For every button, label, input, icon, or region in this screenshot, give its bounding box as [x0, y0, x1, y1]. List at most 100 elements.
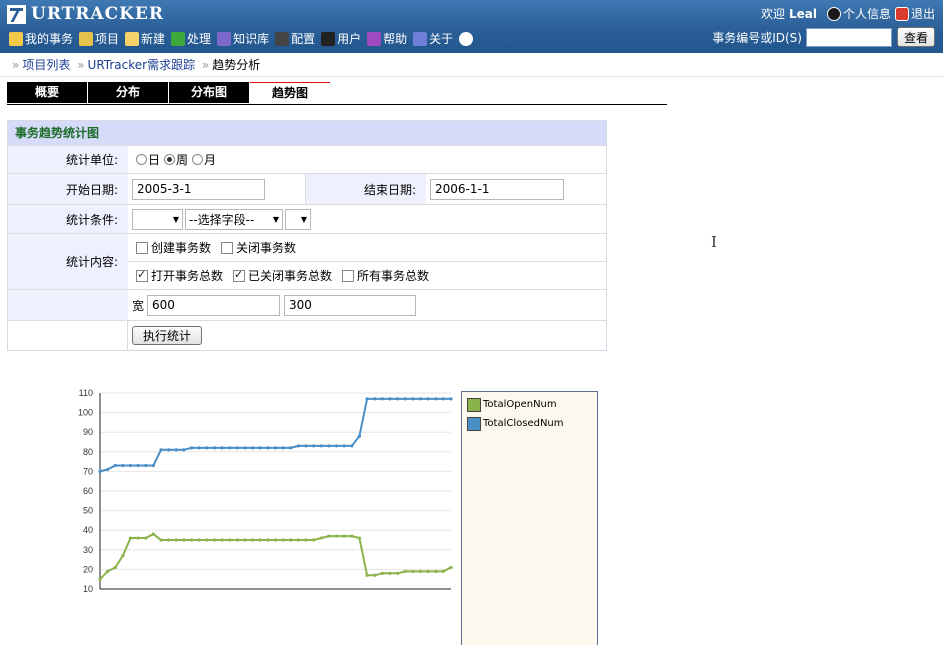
condition-row: 统计条件: ▼ --选择字段-- ▼ ▼ — [8, 204, 606, 233]
condition-label: 统计条件: — [8, 205, 128, 233]
breadcrumb-current: 趋势分析 — [212, 58, 261, 72]
run-statistics-button[interactable]: 执行统计 — [132, 326, 203, 345]
view-button[interactable]: 查看 — [896, 27, 935, 47]
issue-id-input[interactable] — [805, 27, 892, 47]
data-point-0 — [98, 577, 102, 581]
end-date-input[interactable] — [430, 178, 564, 200]
legend-item-open: TotalOpenNum — [467, 395, 597, 414]
nav-item-1[interactable]: 项目 — [79, 30, 119, 47]
y-tick-label: 90 — [83, 427, 93, 437]
y-tick-label: 70 — [83, 466, 93, 476]
y-tick-label: 100 — [78, 408, 93, 418]
data-point-0 — [319, 536, 323, 540]
content-row-2: 打开事务总数 已关闭事务总数 所有事务总数 — [128, 261, 606, 289]
nav-label: 处理 — [187, 32, 212, 46]
data-point-1 — [159, 448, 163, 452]
data-point-0 — [144, 536, 148, 540]
data-point-0 — [121, 554, 125, 558]
data-point-1 — [411, 397, 415, 401]
data-point-0 — [395, 571, 400, 575]
data-point-1 — [304, 444, 308, 448]
data-point-1 — [189, 446, 194, 450]
data-point-0 — [365, 573, 369, 577]
nav-item-2[interactable]: 新建 — [125, 30, 165, 47]
unit-options: 日 周 月 — [128, 146, 606, 173]
nav-item-5[interactable]: 配置 — [275, 30, 315, 47]
welcome-text: 欢迎 — [760, 7, 785, 21]
data-point-0 — [304, 538, 308, 542]
content-label: 统计内容: — [8, 234, 128, 289]
data-point-1 — [174, 448, 178, 452]
panel-title: 事务趋势统计图 — [8, 121, 606, 145]
nav-label: 新建 — [141, 32, 166, 46]
data-point-0 — [228, 538, 232, 542]
data-point-0 — [189, 538, 194, 542]
unit-row: 统计单位: 日 周 月 — [8, 145, 606, 173]
data-point-0 — [159, 538, 163, 542]
chart-height-input[interactable] — [284, 294, 417, 316]
nav-item-7[interactable]: 帮助 — [367, 30, 407, 47]
chart-width-input[interactable] — [147, 294, 281, 316]
y-tick-label: 30 — [83, 545, 93, 555]
data-point-0 — [205, 538, 209, 542]
data-point-1 — [403, 397, 407, 401]
data-point-0 — [373, 573, 377, 577]
condition-field-select[interactable]: --选择字段-- ▼ — [185, 208, 283, 230]
nav-item-8[interactable]: 关于 — [413, 30, 453, 47]
app-header: URTRACKER 欢迎 Leal 个人信息 退出 我的事务 项目 新建 处理 知识库 配… — [0, 0, 943, 53]
nav-item-3[interactable]: 处理 — [171, 30, 211, 47]
tab-trend-chart[interactable]: 趋势图 — [250, 82, 330, 103]
data-point-1 — [327, 444, 331, 448]
condition-value-select[interactable]: ▼ — [285, 208, 311, 230]
home-icon — [9, 31, 23, 46]
data-point-1 — [106, 467, 110, 472]
data-point-0 — [426, 569, 430, 573]
nav-item-9[interactable] — [459, 31, 475, 46]
data-point-1 — [220, 446, 224, 450]
closed-count-checkbox[interactable] — [221, 241, 234, 254]
y-tick-label: 110 — [79, 388, 93, 398]
data-point-1 — [235, 446, 239, 450]
unit-week-radio[interactable] — [164, 154, 176, 165]
logo-text: URTRACKER — [31, 4, 165, 24]
data-point-0 — [151, 532, 156, 536]
data-point-1 — [312, 444, 316, 448]
created-count-checkbox[interactable] — [136, 241, 148, 254]
data-point-0 — [113, 565, 117, 570]
open-total-label: 打开事务总数 — [151, 269, 224, 283]
tab-distribution[interactable]: 分布 — [88, 82, 168, 103]
start-date-input[interactable] — [132, 178, 265, 200]
help-icon — [367, 31, 382, 46]
data-point-0 — [281, 538, 285, 542]
chart-legend: TotalOpenNum TotalClosedNum — [461, 391, 598, 645]
unit-day-radio[interactable] — [136, 154, 147, 165]
logo-icon — [7, 4, 26, 24]
profile-link[interactable]: 个人信息 — [826, 5, 891, 22]
nav-item-6[interactable]: 用户 — [321, 30, 361, 47]
breadcrumb-project[interactable]: URTracker需求跟踪 — [88, 58, 196, 72]
tab-distribution-chart[interactable]: 分布图 — [169, 82, 249, 103]
data-point-1 — [266, 446, 270, 450]
users-icon — [321, 31, 336, 46]
data-point-0 — [251, 538, 255, 542]
breadcrumb-projects[interactable]: 项目列表 — [22, 58, 70, 72]
closed-total-checkbox[interactable] — [233, 268, 246, 282]
date-row: 开始日期: 结束日期: — [8, 173, 606, 204]
nav-item-4[interactable]: 知识库 — [217, 30, 269, 47]
data-point-1 — [395, 397, 400, 401]
all-total-label: 所有事务总数 — [357, 269, 430, 283]
nav-item-0[interactable]: 我的事务 — [9, 30, 73, 47]
data-point-1 — [380, 397, 384, 401]
data-point-1 — [373, 397, 377, 401]
tab-summary[interactable]: 概要 — [7, 82, 87, 103]
open-total-checkbox[interactable] — [136, 268, 148, 282]
data-point-1 — [228, 446, 232, 450]
all-total-checkbox[interactable] — [342, 269, 355, 282]
data-point-1 — [144, 463, 148, 468]
logout-link[interactable]: 退出 — [894, 5, 935, 22]
data-point-1 — [441, 397, 445, 401]
data-point-0 — [289, 538, 293, 542]
app-logo[interactable]: URTRACKER — [7, 4, 164, 24]
unit-month-radio[interactable] — [192, 154, 204, 165]
condition-operator-select[interactable]: ▼ — [132, 208, 183, 230]
